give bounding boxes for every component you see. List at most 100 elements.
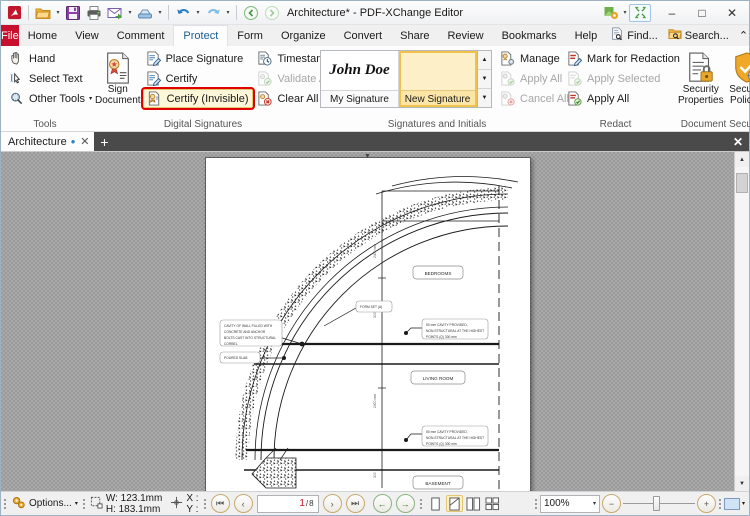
search-icon bbox=[668, 27, 682, 44]
page-layout-modes bbox=[423, 495, 505, 512]
certify-button[interactable]: Certify bbox=[143, 69, 254, 88]
menu-item-review[interactable]: Review bbox=[438, 25, 493, 46]
certify-invisible-button[interactable]: Certify (Invisible) bbox=[142, 89, 254, 108]
gallery-scroll-down-icon[interactable]: ▼ bbox=[478, 70, 491, 89]
single-page-layout-button[interactable] bbox=[427, 495, 444, 512]
room-label-living-room: LIVING ROOM bbox=[422, 376, 453, 381]
scrollbar-thumb[interactable] bbox=[736, 173, 748, 193]
vertical-scrollbar[interactable]: ▲ ▼ bbox=[734, 152, 749, 491]
document-tab-architecture[interactable]: Architecture • ✕ bbox=[1, 132, 95, 151]
save-icon[interactable] bbox=[63, 3, 83, 23]
maximize-button[interactable]: □ bbox=[687, 2, 717, 24]
scrollbar-track[interactable] bbox=[735, 167, 749, 476]
menu-item-convert[interactable]: Convert bbox=[334, 25, 392, 46]
options-label[interactable]: Options... bbox=[29, 498, 72, 509]
zoom-out-button[interactable]: − bbox=[601, 494, 621, 513]
split-view-grip[interactable]: ▼ bbox=[355, 153, 381, 160]
redo-dropdown-caret-icon[interactable]: ▾ bbox=[224, 3, 232, 23]
app-logo-icon[interactable] bbox=[4, 3, 24, 23]
timestamp-icon bbox=[256, 50, 273, 67]
document-viewport[interactable]: ▼ 2400 mm 300 2400 mm 300 CAVITY OF WALL… bbox=[1, 152, 734, 491]
signature-gallery[interactable]: John Doe My Signature New Signature ▲ ▼ … bbox=[320, 50, 492, 108]
redo-icon[interactable] bbox=[203, 3, 223, 23]
print-icon[interactable] bbox=[84, 3, 104, 23]
statusbar-grip-5[interactable] bbox=[534, 496, 538, 512]
previous-page-button[interactable]: ‹ bbox=[233, 494, 253, 513]
plugin-dropdown-caret-icon[interactable]: ▾ bbox=[621, 3, 629, 23]
search-button[interactable]: Search... bbox=[664, 26, 733, 45]
menu-item-share[interactable]: Share bbox=[391, 25, 439, 46]
apply-selected-icon bbox=[566, 70, 583, 87]
zoom-slider-thumb[interactable] bbox=[653, 496, 661, 511]
close-button[interactable]: ✕ bbox=[717, 2, 747, 24]
signature-item-new-signature[interactable]: New Signature bbox=[399, 51, 477, 107]
apply-all-redaction-button[interactable]: Apply All bbox=[564, 89, 684, 108]
menu-item-help[interactable]: Help bbox=[565, 25, 607, 46]
open-icon[interactable] bbox=[33, 3, 53, 23]
plugin-icon[interactable] bbox=[601, 3, 621, 23]
place-signature-icon bbox=[145, 50, 162, 67]
next-page-button[interactable]: › bbox=[322, 494, 342, 513]
zoom-level-select[interactable]: 100% ▾ bbox=[539, 494, 600, 513]
menu-item-bookmarks[interactable]: Bookmarks bbox=[492, 25, 566, 46]
menu-item-organize[interactable]: Organize bbox=[271, 25, 335, 46]
navigate-back-button[interactable]: ← bbox=[372, 494, 392, 513]
certify-invisible-label: Certify (Invisible) bbox=[166, 92, 249, 105]
pdf-page[interactable]: 2400 mm 300 2400 mm 300 CAVITY OF WALL F… bbox=[204, 157, 531, 491]
last-page-button[interactable]: ⏭ bbox=[345, 494, 365, 513]
email-dropdown-caret-icon[interactable]: ▾ bbox=[126, 3, 134, 23]
gallery-more-icon[interactable]: ▼ bbox=[478, 89, 491, 107]
security-policies-button[interactable]: SecurityPolicies bbox=[726, 48, 750, 108]
back-icon[interactable] bbox=[241, 3, 261, 23]
find-button[interactable]: Find... bbox=[606, 26, 662, 45]
menu-item-file[interactable]: File bbox=[1, 25, 19, 46]
zoom-slider[interactable] bbox=[622, 495, 695, 513]
mark-for-redaction-button[interactable]: Mark for Redaction bbox=[564, 49, 684, 68]
open-dropdown-caret-icon[interactable]: ▾ bbox=[54, 3, 62, 23]
scan-dropdown-caret-icon[interactable]: ▾ bbox=[156, 3, 164, 23]
first-page-button[interactable]: ⏮ bbox=[210, 494, 230, 513]
security-properties-button[interactable]: Security Properties bbox=[677, 48, 725, 108]
zoom-dropdown-caret-icon[interactable]: ▾ bbox=[593, 500, 596, 507]
forward-icon[interactable] bbox=[262, 3, 282, 23]
view-mode-caret-icon[interactable]: ▾ bbox=[742, 500, 745, 507]
scroll-up-button[interactable]: ▲ bbox=[735, 152, 749, 167]
menu-item-view[interactable]: View bbox=[66, 25, 108, 46]
hand-tool-button[interactable]: Hand bbox=[6, 49, 96, 68]
view-mode-icon[interactable] bbox=[723, 497, 740, 510]
place-signature-button[interactable]: Place Signature bbox=[143, 49, 254, 68]
other-tools-button[interactable]: Other Tools ▾ bbox=[6, 89, 96, 108]
navigate-forward-button[interactable]: → bbox=[395, 494, 415, 513]
close-document-button[interactable]: ✕ bbox=[727, 132, 749, 151]
signature-item-my-signature[interactable]: John Doe My Signature bbox=[321, 51, 399, 107]
undo-dropdown-caret-icon[interactable]: ▾ bbox=[194, 3, 202, 23]
menu-item-protect[interactable]: Protect bbox=[173, 25, 229, 46]
two-page-continuous-layout-button[interactable] bbox=[484, 495, 501, 512]
options-caret-icon[interactable]: ▾ bbox=[75, 500, 78, 507]
document-tab-close-icon[interactable]: ✕ bbox=[79, 135, 90, 148]
menu-item-form[interactable]: Form bbox=[228, 25, 272, 46]
sign-document-button[interactable]: Sign Document bbox=[94, 48, 142, 108]
certify-icon bbox=[145, 70, 162, 87]
fullscreen-icon[interactable] bbox=[629, 3, 651, 22]
continuous-layout-button[interactable] bbox=[445, 495, 463, 512]
scan-icon[interactable] bbox=[135, 3, 155, 23]
new-tab-button[interactable]: + bbox=[94, 132, 114, 151]
select-text-icon: I bbox=[8, 70, 25, 87]
signature-preview-empty bbox=[399, 51, 476, 90]
zoom-in-button[interactable]: + bbox=[696, 494, 716, 513]
two-page-layout-button[interactable] bbox=[465, 495, 482, 512]
minimize-button[interactable]: – bbox=[657, 2, 687, 24]
scroll-down-button[interactable]: ▼ bbox=[735, 476, 749, 491]
statusbar-grip-6[interactable] bbox=[718, 496, 722, 512]
page-number-input[interactable]: 1 / 8 bbox=[256, 494, 319, 513]
undo-icon[interactable] bbox=[173, 3, 193, 23]
svg-text:50 mm CAVITY PROVIDED,: 50 mm CAVITY PROVIDED, bbox=[426, 323, 468, 327]
menu-item-home[interactable]: Home bbox=[18, 25, 67, 46]
signature-gallery-scroll[interactable]: ▲ ▼ ▼ bbox=[477, 51, 491, 107]
select-text-tool-button[interactable]: I Select Text bbox=[6, 69, 96, 88]
gallery-scroll-up-icon[interactable]: ▲ bbox=[478, 51, 491, 70]
ribbon-collapse-button[interactable]: ⌃ bbox=[735, 26, 750, 45]
email-icon[interactable] bbox=[105, 3, 125, 23]
menu-item-comment[interactable]: Comment bbox=[107, 25, 174, 46]
